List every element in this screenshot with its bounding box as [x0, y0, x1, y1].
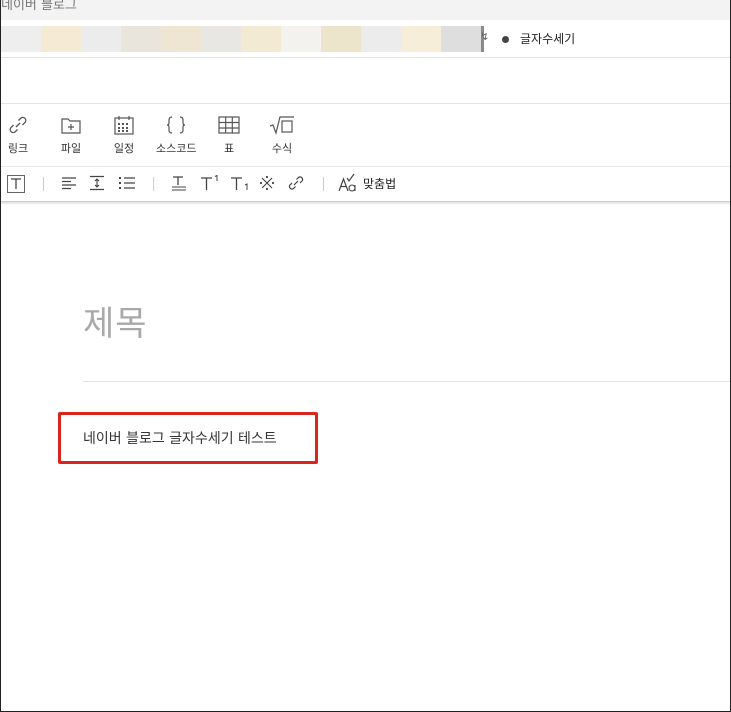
char-count-extension-button[interactable]: 글자수세기 — [520, 30, 575, 47]
superscript-icon — [201, 174, 218, 190]
insert-file-button[interactable]: 파일 — [60, 114, 82, 156]
toolbar-shadow — [1, 202, 730, 205]
toolbar-divider — [323, 177, 324, 191]
url-blur-block — [1, 26, 41, 52]
spellcheck-button[interactable] — [338, 173, 358, 197]
table-icon — [218, 116, 240, 134]
strikethrough-button[interactable] — [171, 175, 187, 195]
insert-toolbar: 링크 파일 일정 소스코드 표 수식 — [1, 104, 730, 167]
subscript-icon — [231, 177, 248, 190]
formula-icon — [269, 116, 294, 136]
text-strike-icon — [172, 176, 186, 191]
url-blur-block — [121, 26, 161, 52]
align-left-icon — [62, 177, 76, 190]
insert-file-label: 파일 — [60, 142, 82, 155]
line-height-button[interactable] — [89, 175, 105, 195]
insert-source-code-button[interactable]: 소스코드 — [156, 114, 196, 156]
url-blur-block — [401, 26, 441, 52]
insert-link-button[interactable]: 링크 — [7, 114, 29, 156]
bullet-list-icon — [119, 177, 135, 189]
code-icon — [167, 116, 186, 134]
url-blur-block — [241, 26, 281, 52]
insert-table-label: 표 — [223, 142, 235, 155]
align-left-button[interactable] — [61, 175, 77, 195]
insert-link-label: 링크 — [7, 142, 29, 155]
blurred-url-area[interactable] — [1, 26, 484, 52]
text-style-button[interactable] — [7, 175, 25, 197]
line-height-icon — [90, 175, 104, 191]
insert-formula-button[interactable]: 수식 — [269, 114, 295, 156]
list-button[interactable] — [118, 175, 136, 195]
link-icon — [288, 176, 304, 190]
url-blur-block — [361, 26, 401, 52]
link-format-button[interactable] — [288, 175, 304, 195]
document-title-placeholder[interactable]: 제목 — [83, 296, 148, 345]
insert-table-button[interactable]: 표 — [218, 114, 240, 156]
calendar-icon — [114, 116, 134, 135]
file-icon — [61, 118, 81, 134]
spellcheck-label[interactable]: 맞춤법 — [363, 175, 396, 192]
format-toolbar: 맞춤법 — [1, 167, 730, 202]
url-blur-block — [201, 26, 241, 52]
url-blur-block — [161, 26, 201, 52]
link-icon — [9, 116, 27, 134]
superscript-button[interactable] — [200, 174, 220, 195]
browser-tab-strip: 네이버 블로그 — [1, 0, 730, 20]
url-blur-block — [81, 26, 121, 52]
subscript-button[interactable] — [230, 175, 250, 195]
address-bar-row: ↯ 글자수세기 — [1, 20, 730, 58]
special-char-button[interactable] — [259, 175, 275, 195]
bullet-icon — [502, 36, 509, 43]
browser-tab-title[interactable]: 네이버 블로그 — [1, 0, 77, 13]
url-blur-block — [41, 26, 81, 52]
title-divider — [83, 381, 730, 382]
spellcheck-icon — [338, 173, 356, 192]
document-body-paragraph[interactable]: 네이버 블로그 글자수세기 테스트 — [83, 428, 277, 448]
toolbar-divider — [153, 177, 154, 191]
insert-schedule-label: 일정 — [113, 142, 135, 155]
editor-header-row — [1, 58, 730, 104]
special-char-icon — [259, 175, 275, 191]
url-blur-block — [321, 26, 361, 52]
toolbar-divider — [43, 177, 44, 191]
insert-source-code-label: 소스코드 — [156, 142, 197, 155]
insert-schedule-button[interactable]: 일정 — [113, 114, 135, 156]
url-blur-block — [441, 26, 481, 52]
text-box-icon — [7, 175, 25, 193]
url-blur-block — [281, 26, 321, 52]
insert-formula-label: 수식 — [271, 142, 293, 155]
extension-mark: ↯ — [480, 30, 490, 43]
